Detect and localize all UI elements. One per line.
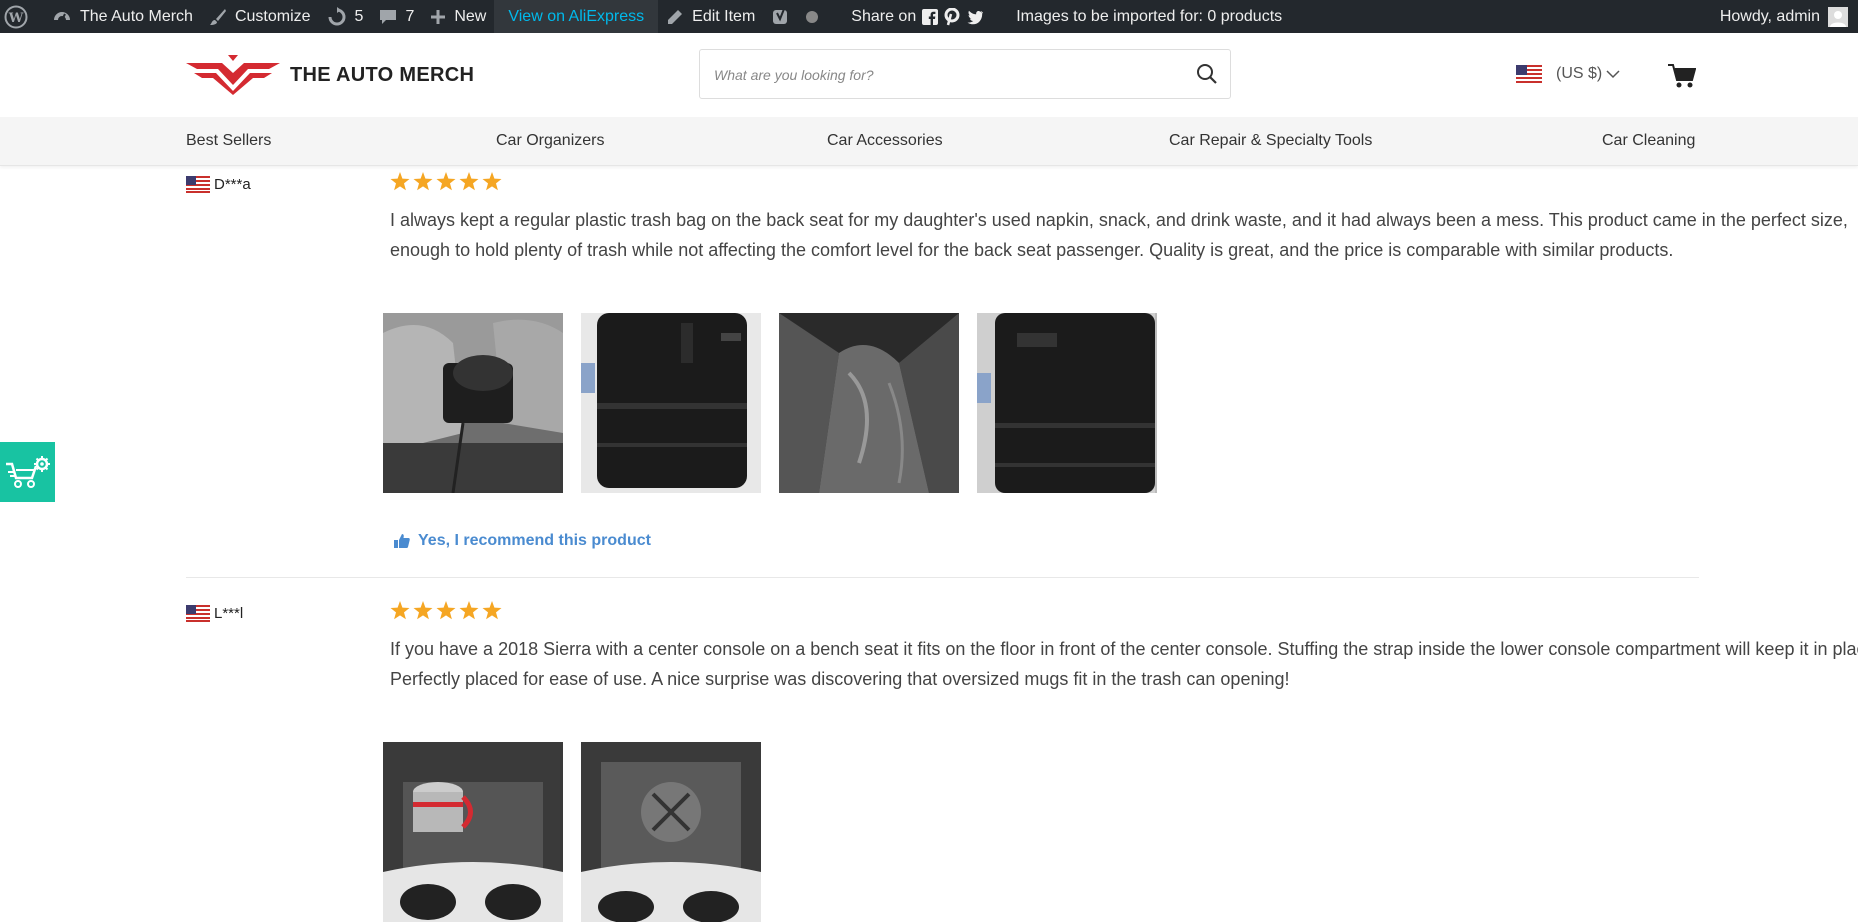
share-on-menu[interactable]: Share on [835, 0, 1000, 33]
nav-item-car-cleaning[interactable]: Car Cleaning [1602, 132, 1695, 150]
my-account-menu[interactable]: Howdy, admin [1720, 0, 1848, 33]
winged-chevron-logo-icon [186, 55, 280, 95]
reviewer-name: L***l [214, 605, 244, 622]
site-header: THE AUTO MERCH (US $) [0, 33, 1858, 117]
star-icon [413, 172, 433, 191]
star-icon [436, 172, 456, 191]
yoast-seo-menu[interactable] [763, 0, 835, 33]
reviewer: D***a [186, 176, 251, 193]
avatar [1828, 6, 1848, 27]
comment-icon [380, 9, 397, 24]
new-content-link[interactable]: New [422, 0, 494, 33]
currency-switcher[interactable]: (US $) [1516, 65, 1620, 83]
dashboard-icon [54, 11, 70, 20]
review-photo[interactable] [383, 313, 563, 493]
chevron-down-icon [1606, 70, 1620, 79]
customize-link[interactable]: Customize [201, 0, 319, 33]
updates-icon [328, 6, 346, 25]
aliexpress-import-widget[interactable] [0, 442, 55, 502]
us-flag-icon [186, 605, 210, 622]
reviewer: L***l [186, 605, 243, 622]
car-seat-photo [383, 313, 563, 493]
us-flag-icon [1516, 65, 1542, 83]
review-photos [383, 742, 779, 922]
import-status-label: Images to be imported for: 0 products [1016, 7, 1283, 25]
share-on-label: Share on [851, 7, 917, 25]
review-photo[interactable] [383, 742, 563, 922]
cart-button[interactable] [1668, 63, 1697, 94]
site-logo[interactable]: THE AUTO MERCH [186, 55, 474, 95]
new-label: New [454, 7, 487, 25]
yoast-icon [773, 8, 788, 24]
wordpress-icon: W [4, 5, 28, 28]
seo-status-dot-icon [806, 10, 819, 23]
mug-in-console-photo [383, 742, 563, 922]
recommend-badge: Yes, I recommend this product [394, 532, 651, 550]
user-avatar-icon [1830, 10, 1846, 27]
main-navigation: Best Sellers Car Organizers Car Accessor… [0, 117, 1858, 166]
star-icon [390, 172, 410, 191]
svg-text:W: W [8, 11, 24, 26]
view-on-aliexpress-link[interactable]: View on AliExpress [494, 0, 659, 33]
pinterest-icon[interactable] [944, 7, 960, 26]
star-icon [482, 601, 502, 620]
trash-can-lid-photo [581, 742, 761, 922]
facebook-icon[interactable] [922, 8, 939, 25]
star-icon [390, 601, 410, 620]
recommend-label: Yes, I recommend this product [418, 532, 651, 549]
comments-link[interactable]: 7 [371, 0, 422, 33]
nav-item-best-sellers[interactable]: Best Sellers [186, 132, 271, 150]
brush-icon [209, 8, 226, 25]
pencil-icon [668, 9, 683, 24]
review-text: If you have a 2018 Sierra with a center … [390, 639, 1858, 689]
search-icon[interactable] [1196, 63, 1218, 85]
review-divider [186, 577, 1699, 578]
reviewer-name: D***a [214, 176, 251, 193]
star-rating [390, 601, 505, 620]
view-on-aliexpress-label: View on AliExpress [508, 7, 645, 25]
twitter-icon[interactable] [966, 9, 984, 25]
admin-bar: W The Auto Merch Customize 5 7 New View … [0, 0, 1858, 33]
logo-text: THE AUTO MERCH [290, 63, 475, 86]
search-box [699, 49, 1231, 99]
updates-link[interactable]: 5 [319, 0, 372, 33]
updates-count: 5 [354, 7, 364, 25]
edit-item-link[interactable]: Edit Item [658, 0, 763, 33]
nav-item-car-repair-tools[interactable]: Car Repair & Specialty Tools [1169, 132, 1372, 150]
thumbs-up-icon [394, 534, 410, 548]
currency-label: (US $) [1556, 65, 1603, 82]
nav-item-car-organizers[interactable]: Car Organizers [496, 132, 604, 150]
customize-label: Customize [234, 7, 311, 25]
comments-count: 7 [405, 7, 415, 25]
trash-bag-interior-photo [779, 313, 959, 493]
site-name-link[interactable]: The Auto Merch [44, 0, 201, 33]
plus-icon [431, 9, 446, 24]
star-icon [482, 172, 502, 191]
trash-bag-front-photo [977, 313, 1157, 493]
search-input[interactable] [712, 62, 1176, 88]
site-name-label: The Auto Merch [80, 7, 193, 25]
review-photo[interactable] [779, 313, 959, 493]
cart-settings-icon [5, 456, 50, 488]
review-text: I always kept a regular plastic trash ba… [390, 210, 1848, 260]
howdy-label: Howdy, admin [1719, 7, 1820, 25]
star-rating [390, 172, 505, 191]
wordpress-logo-button[interactable]: W [0, 0, 44, 33]
star-icon [459, 601, 479, 620]
review-photo[interactable] [977, 313, 1157, 493]
import-status: Images to be imported for: 0 products [1000, 0, 1290, 33]
edit-item-label: Edit Item [692, 7, 756, 25]
review-photo[interactable] [581, 313, 761, 493]
nav-item-car-accessories[interactable]: Car Accessories [827, 132, 943, 150]
review-photo[interactable] [581, 742, 761, 922]
star-icon [436, 601, 456, 620]
trash-bag-side-photo [581, 313, 761, 493]
star-icon [413, 601, 433, 620]
star-icon [459, 172, 479, 191]
us-flag-icon [186, 176, 210, 193]
cart-icon [1668, 64, 1697, 88]
review-photos [383, 313, 1175, 493]
